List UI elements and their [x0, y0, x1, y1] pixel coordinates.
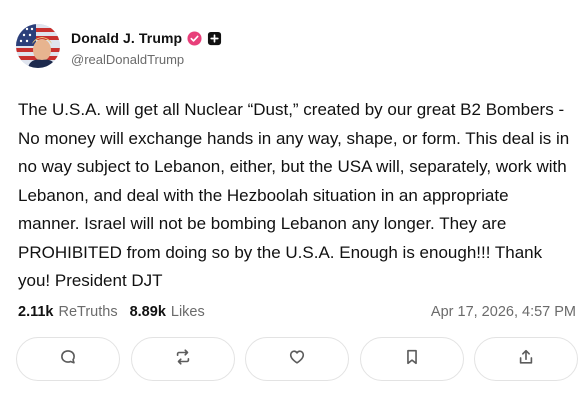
like-button[interactable]	[245, 337, 349, 381]
likes-label[interactable]: Likes	[171, 304, 205, 320]
like-icon	[288, 348, 306, 371]
post-actions	[16, 337, 578, 383]
name-row: Donald J. Trump	[71, 30, 222, 46]
plus-icon	[207, 31, 222, 46]
retruth-icon	[174, 348, 192, 371]
retruths-label[interactable]: ReTruths	[59, 304, 118, 320]
share-button[interactable]	[474, 337, 578, 381]
user-handle[interactable]: @realDonaldTrump	[71, 52, 184, 67]
bookmark-button[interactable]	[359, 337, 464, 381]
avatar[interactable]	[16, 24, 60, 68]
retruth-button[interactable]	[130, 337, 235, 381]
bookmark-icon	[403, 348, 421, 371]
post-stats: 2.11k ReTruths 8.89k Likes Apr 17, 2026,…	[18, 302, 576, 322]
share-icon	[517, 348, 535, 371]
reply-icon	[59, 348, 77, 371]
timestamp: Apr 17, 2026, 4:57 PM	[430, 304, 576, 320]
post-text: The U.S.A. will get all Nuclear “Dust,” …	[18, 100, 570, 290]
display-name[interactable]: Donald J. Trump	[71, 30, 182, 46]
reply-button[interactable]	[16, 337, 120, 381]
retruths-count[interactable]: 2.11k	[18, 304, 54, 320]
post-header: Donald J. Trump @realDonaldTrump	[16, 24, 576, 72]
likes-count[interactable]: 8.89k	[130, 304, 166, 320]
verified-icon	[187, 30, 202, 46]
